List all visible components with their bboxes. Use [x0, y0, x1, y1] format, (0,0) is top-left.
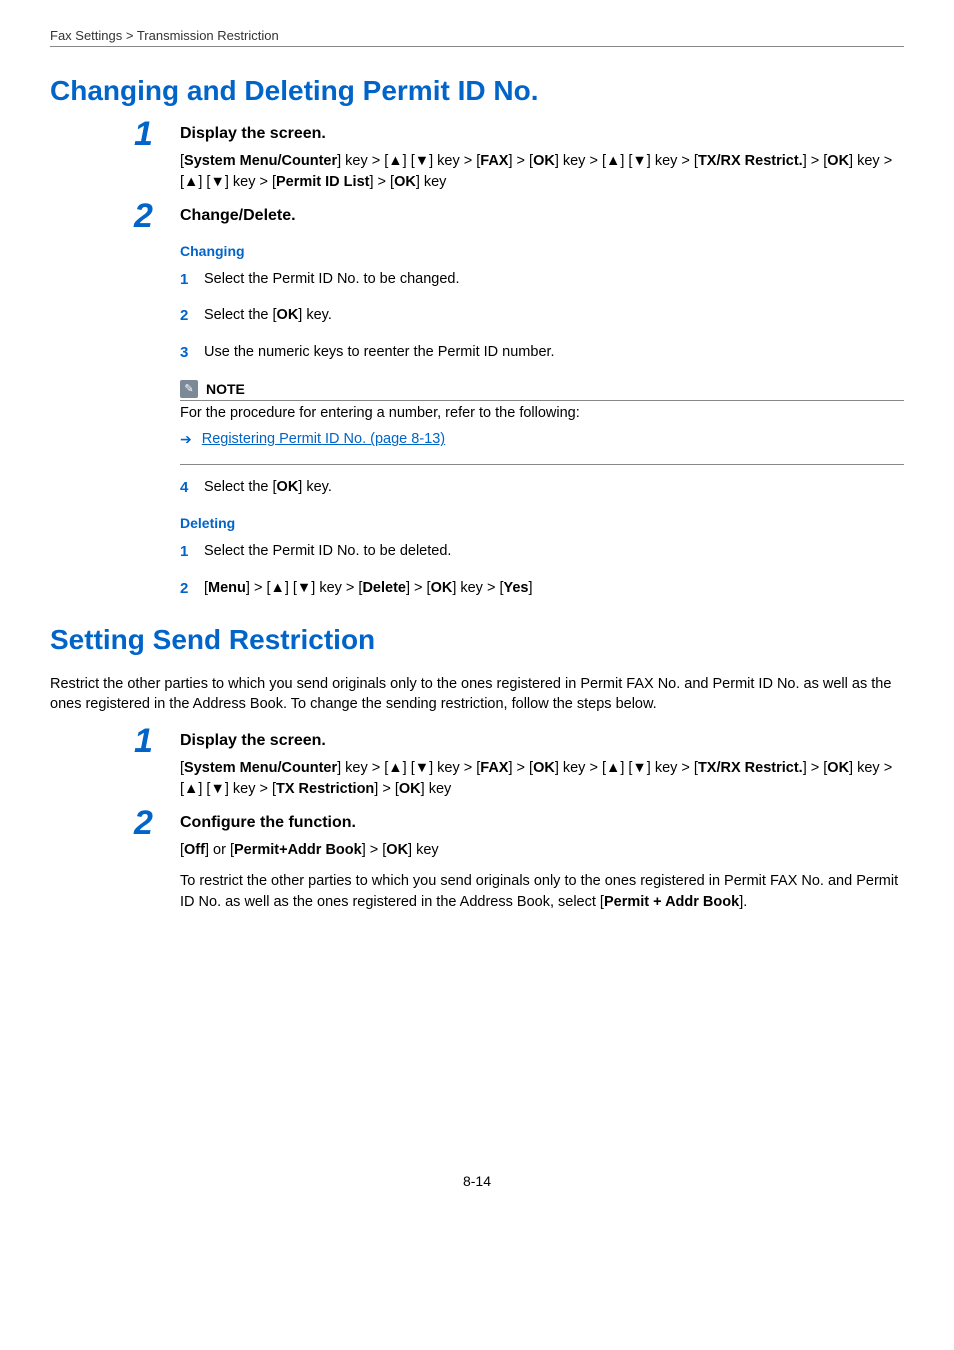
sub-heading-changing: Changing: [180, 243, 904, 259]
step-number-icon: 2: [134, 197, 153, 236]
step-title: Display the screen.: [180, 125, 904, 143]
list-item: 1Select the Permit ID No. to be changed.: [180, 269, 904, 289]
note-divider-top: [180, 400, 904, 401]
page-number: 8-14: [50, 1173, 904, 1219]
step-2: 2 Configure the function. [Off] or [Perm…: [180, 814, 904, 913]
page: Fax Settings > Transmission Restriction …: [0, 0, 954, 1219]
divider: [50, 46, 904, 47]
changing-list: 1Select the Permit ID No. to be changed.…: [180, 269, 904, 362]
list-item: 4Select the [OK] key.: [180, 477, 904, 497]
link-registering-permit-id[interactable]: Registering Permit ID No. (page 8-13): [202, 431, 445, 447]
step-number-icon: 1: [134, 115, 153, 154]
deleting-list: 1Select the Permit ID No. to be deleted.…: [180, 541, 904, 598]
list-item: 2Select the [OK] key.: [180, 305, 904, 325]
nav-path: [System Menu/Counter] key > [▲] [▼] key …: [180, 151, 904, 193]
breadcrumb: Fax Settings > Transmission Restriction: [50, 28, 904, 43]
list-item: 1Select the Permit ID No. to be deleted.: [180, 541, 904, 561]
step-title: Configure the function.: [180, 814, 904, 832]
heading-send-restriction: Setting Send Restriction: [50, 624, 904, 656]
sub-step-number: 4: [180, 477, 188, 498]
note-label: NOTE: [206, 381, 245, 397]
note-divider-bottom: [180, 464, 904, 465]
step-1: 1 Display the screen. [System Menu/Count…: [180, 732, 904, 800]
step-title: Change/Delete.: [180, 207, 904, 225]
step-title: Display the screen.: [180, 732, 904, 750]
note-text: For the procedure for entering a number,…: [180, 405, 904, 421]
sub-step-number: 2: [180, 578, 188, 599]
nav-path: [System Menu/Counter] key > [▲] [▼] key …: [180, 758, 904, 800]
step-number-icon: 2: [134, 804, 153, 843]
description: To restrict the other parties to which y…: [180, 871, 904, 913]
list-item: 3Use the numeric keys to reenter the Per…: [180, 342, 904, 362]
sub-step-number: 1: [180, 541, 188, 562]
sub-heading-deleting: Deleting: [180, 515, 904, 531]
heading-changing-deleting: Changing and Deleting Permit ID No.: [50, 75, 904, 107]
option-line: [Off] or [Permit+Addr Book] > [OK] key: [180, 840, 904, 861]
step-2: 2 Change/Delete. Changing 1Select the Pe…: [180, 207, 904, 598]
link-row: ➔ Registering Permit ID No. (page 8-13): [180, 431, 904, 448]
step-number-icon: 1: [134, 722, 153, 761]
intro-text: Restrict the other parties to which you …: [50, 674, 904, 715]
note-header: ✎ NOTE: [180, 380, 904, 398]
sub-step-number: 1: [180, 269, 188, 290]
note-icon: ✎: [180, 380, 198, 398]
step-1: 1 Display the screen. [System Menu/Count…: [180, 125, 904, 193]
sub-step-number: 2: [180, 305, 188, 326]
arrow-right-icon: ➔: [180, 431, 192, 448]
sub-step-number: 3: [180, 342, 188, 363]
changing-list-cont: 4Select the [OK] key.: [180, 477, 904, 497]
list-item: 2[Menu] > [▲] [▼] key > [Delete] > [OK] …: [180, 578, 904, 598]
